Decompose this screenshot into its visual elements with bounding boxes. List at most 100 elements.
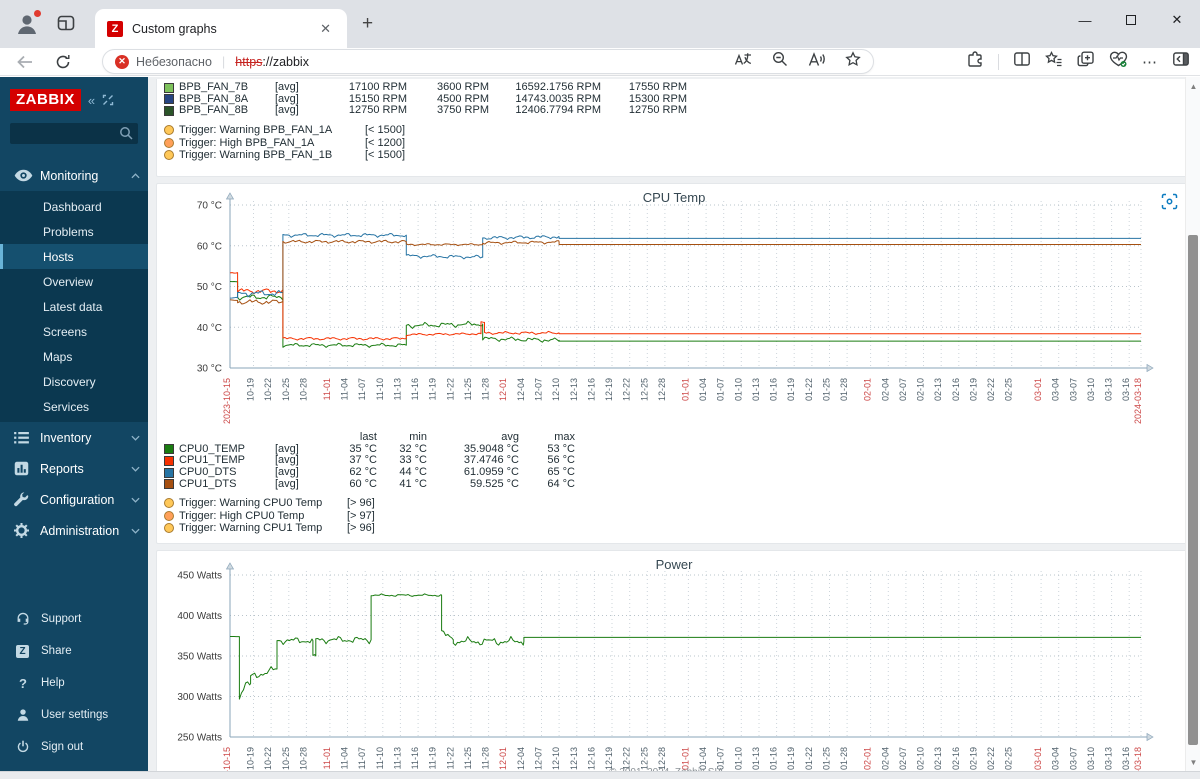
scroll-down-icon[interactable]: ▼ [1186,755,1200,769]
translate-icon[interactable] [734,52,752,71]
svg-text:03-04: 03-04 [1051,378,1061,401]
legend-row-bpb_fan_8a: BPB_FAN_8A [avg] 15150 RPM 4500 RPM 14743.00… [164,92,1191,106]
trigger-label: Trigger: Warning BPB_FAN_1B [179,149,333,162]
scrollbar-thumb[interactable] [1188,235,1198,745]
trigger-row: Trigger: Warning CPU0 Temp [> 96] [164,497,1191,510]
sidebar-item-share[interactable]: Z Share [0,635,148,667]
trigger-threshold: [> 96] [347,522,375,535]
svg-text:01-28: 01-28 [839,378,849,401]
series-min: 4500 RPM [437,92,489,105]
svg-text:2023-10-15: 2023-10-15 [222,378,232,424]
legend-col-header: max [554,431,575,444]
sidebar-item-sign-out[interactable]: Sign out [0,731,148,763]
series-last: 17100 RPM [348,81,407,94]
profile-avatar[interactable] [14,9,42,37]
collections-icon[interactable] [1077,50,1095,73]
series-last: 60 °C [349,477,377,490]
svg-text:11-04: 11-04 [340,747,350,769]
security-error-icon[interactable]: ✕ [115,54,129,69]
svg-text:01-22: 01-22 [804,378,814,401]
sidebar-item-problems[interactable]: Problems [0,219,148,244]
sidebar-item-latest-data[interactable]: Latest data [0,294,148,319]
hide-sidebar-icon[interactable] [102,94,114,106]
svg-text:12-07: 12-07 [534,378,544,401]
trigger-row: Trigger: High BPB_FAN_1A [< 1200] [164,136,1191,149]
sidebar-item-reports[interactable]: Reports [0,453,148,484]
chart-focus-icon[interactable] [1159,192,1179,212]
series-color-swatch [164,105,174,116]
address-bar[interactable]: ✕ Небезопасно | https://zabbix [102,49,874,74]
sidebar-item-configuration[interactable]: Configuration [0,484,148,515]
svg-text:12-25: 12-25 [639,378,649,401]
zoom-out-icon[interactable] [772,51,788,72]
sidebar-item-overview[interactable]: Overview [0,269,148,294]
trigger-severity-icon [164,498,174,509]
horizontal-scrollbar[interactable] [0,771,1200,779]
collapse-sidebar-icon[interactable]: « [88,93,95,108]
browser-essentials-icon[interactable] [1109,50,1128,73]
power-chart-title: Power [655,556,693,572]
sidebar-toggle-icon[interactable] [1172,50,1190,73]
sidebar-item-help[interactable]: ? Help [0,667,148,699]
sidebar-item-services[interactable]: Services [0,394,148,419]
trigger-threshold: [< 1200] [365,136,406,149]
toolbar-divider [998,53,999,70]
refresh-button[interactable] [55,54,71,70]
minimize-button[interactable]: — [1062,0,1108,40]
workspaces-icon[interactable] [56,13,76,38]
svg-text:300 Watts: 300 Watts [177,692,222,703]
sidebar-item-screens[interactable]: Screens [0,319,148,344]
svg-text:11-22: 11-22 [445,378,455,400]
sidebar-item-discovery[interactable]: Discovery [0,369,148,394]
legend-col-header: last [359,431,377,444]
svg-text:02-01: 02-01 [863,378,873,401]
sidebar-item-maps[interactable]: Maps [0,344,148,369]
tab-close-icon[interactable]: ✕ [316,19,335,39]
maximize-button[interactable] [1108,0,1154,40]
vertical-scrollbar[interactable]: ▲ ▼ [1185,77,1200,771]
fan-legend: BPB_FAN_7B [avg] 17100 RPM 3600 RPM 16592.17… [164,82,1191,162]
back-button[interactable] [16,55,33,69]
sidebar-item-label: Share [41,645,72,657]
new-tab-button[interactable]: + [362,13,373,35]
series-name: CPU0_DTS [179,466,237,479]
series-name: BPB_FAN_7B [179,81,249,94]
series-last: 12750 RPM [348,104,407,117]
sidebar-item-user-settings[interactable]: User settings [0,699,148,731]
svg-text:30 °C: 30 °C [197,363,222,374]
sidebar-item-hosts[interactable]: Hosts [0,244,148,269]
question-icon: ? [19,675,27,691]
series-function: [avg] [275,92,299,105]
svg-text:12-10: 12-10 [551,378,561,401]
sidebar-item-monitoring[interactable]: Monitoring [0,160,148,191]
svg-text:11-25: 11-25 [463,747,473,769]
browser-tab[interactable]: Z Custom graphs ✕ [95,9,347,48]
split-screen-icon[interactable] [1013,50,1031,73]
favorite-star-icon[interactable] [845,51,861,72]
zshare-icon: Z [16,644,41,658]
sidebar-item-inventory[interactable]: Inventory [0,422,148,453]
read-aloud-icon[interactable] [808,51,825,72]
extensions-icon[interactable] [966,50,984,73]
svg-text:12-01: 12-01 [498,378,508,401]
sidebar-item-administration[interactable]: Administration [0,515,148,546]
trigger-row: Trigger: High CPU0 Temp [> 97] [164,510,1191,523]
scroll-up-icon[interactable]: ▲ [1186,79,1200,93]
svg-text:11-01: 11-01 [322,747,332,769]
series-last: 37 °C [349,454,377,467]
svg-text:11-16: 11-16 [410,378,420,400]
settings-more-icon[interactable]: ⋯ [1142,53,1158,71]
trigger-threshold: [< 1500] [365,124,406,137]
close-button[interactable]: ✕ [1154,0,1200,40]
zabbix-logo[interactable]: ZABBIX [10,89,81,111]
security-label[interactable]: Небезопасно [136,55,212,69]
chevron-up-icon [131,172,140,179]
sidebar-item-support[interactable]: Support [0,603,148,635]
sidebar-item-dashboard[interactable]: Dashboard [0,194,148,219]
legend-header-row: last min avg max [164,432,1191,444]
cpu-temp-card: CPU Temp 70 °C 60 °C 50 °C 40 °C 30 °C 2023-1… [156,182,1192,544]
sidebar-item-label: Help [41,677,65,689]
favorites-bar-icon[interactable] [1045,50,1063,73]
search-icon[interactable] [119,126,133,145]
fan-graph-card: BPB_FAN_7B [avg] 17100 RPM 3600 RPM 16592.17… [156,79,1192,177]
